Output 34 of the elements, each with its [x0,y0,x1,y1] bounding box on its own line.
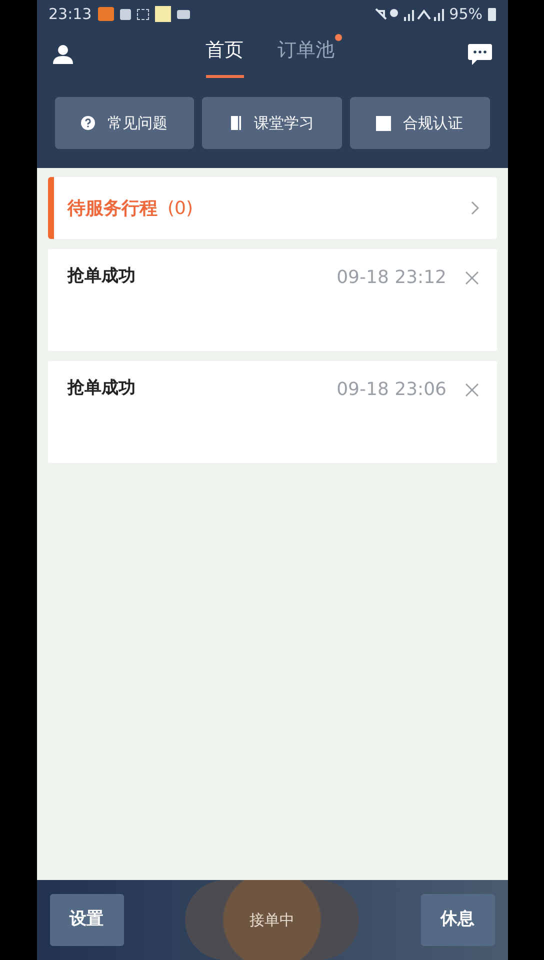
signal-icon [374,7,444,21]
user-icon[interactable] [52,44,72,64]
chevron-right-icon [470,201,478,215]
scan-icon [136,8,149,20]
shortcut-button[interactable]: 课堂学习 [202,97,342,149]
nav-tab[interactable]: 订单池 [278,36,334,78]
shortcut-button[interactable]: 合规认证 [350,97,490,149]
pending-trips-count: (0) [168,196,193,220]
checkbox-notification-icon [120,8,131,20]
rest-button[interactable]: 休息 [420,894,494,946]
message-time: 09-18 23:12 [336,266,446,290]
battery-percent: 95% [449,4,482,25]
help-icon [81,116,96,130]
pending-trips-title: 待服务行程 [68,196,158,220]
message-time: 09-18 23:06 [336,378,446,402]
close-icon [464,270,478,284]
nav-tab[interactable]: 首页 [206,36,244,78]
settings-button[interactable]: 设置 [50,894,124,946]
close-icon [464,382,478,396]
shortcut-button[interactable]: 常见问题 [54,97,194,149]
book-icon [230,116,242,130]
message-title: 抢单成功 [68,377,136,400]
close-button[interactable] [464,382,478,396]
app-notification-icon [154,6,171,22]
chat-icon[interactable] [468,44,492,64]
message-title: 抢单成功 [68,265,136,288]
status-time: 23:13 [48,4,92,25]
video-camera-icon [176,10,190,18]
accepting-orders-button[interactable]: 接单中 [185,880,359,960]
square-icon [376,116,392,130]
pending-trips-row[interactable]: 待服务行程 (0) [48,177,496,239]
battery-icon [488,8,496,20]
app-notification-icon [98,7,114,21]
close-button[interactable] [464,270,478,284]
